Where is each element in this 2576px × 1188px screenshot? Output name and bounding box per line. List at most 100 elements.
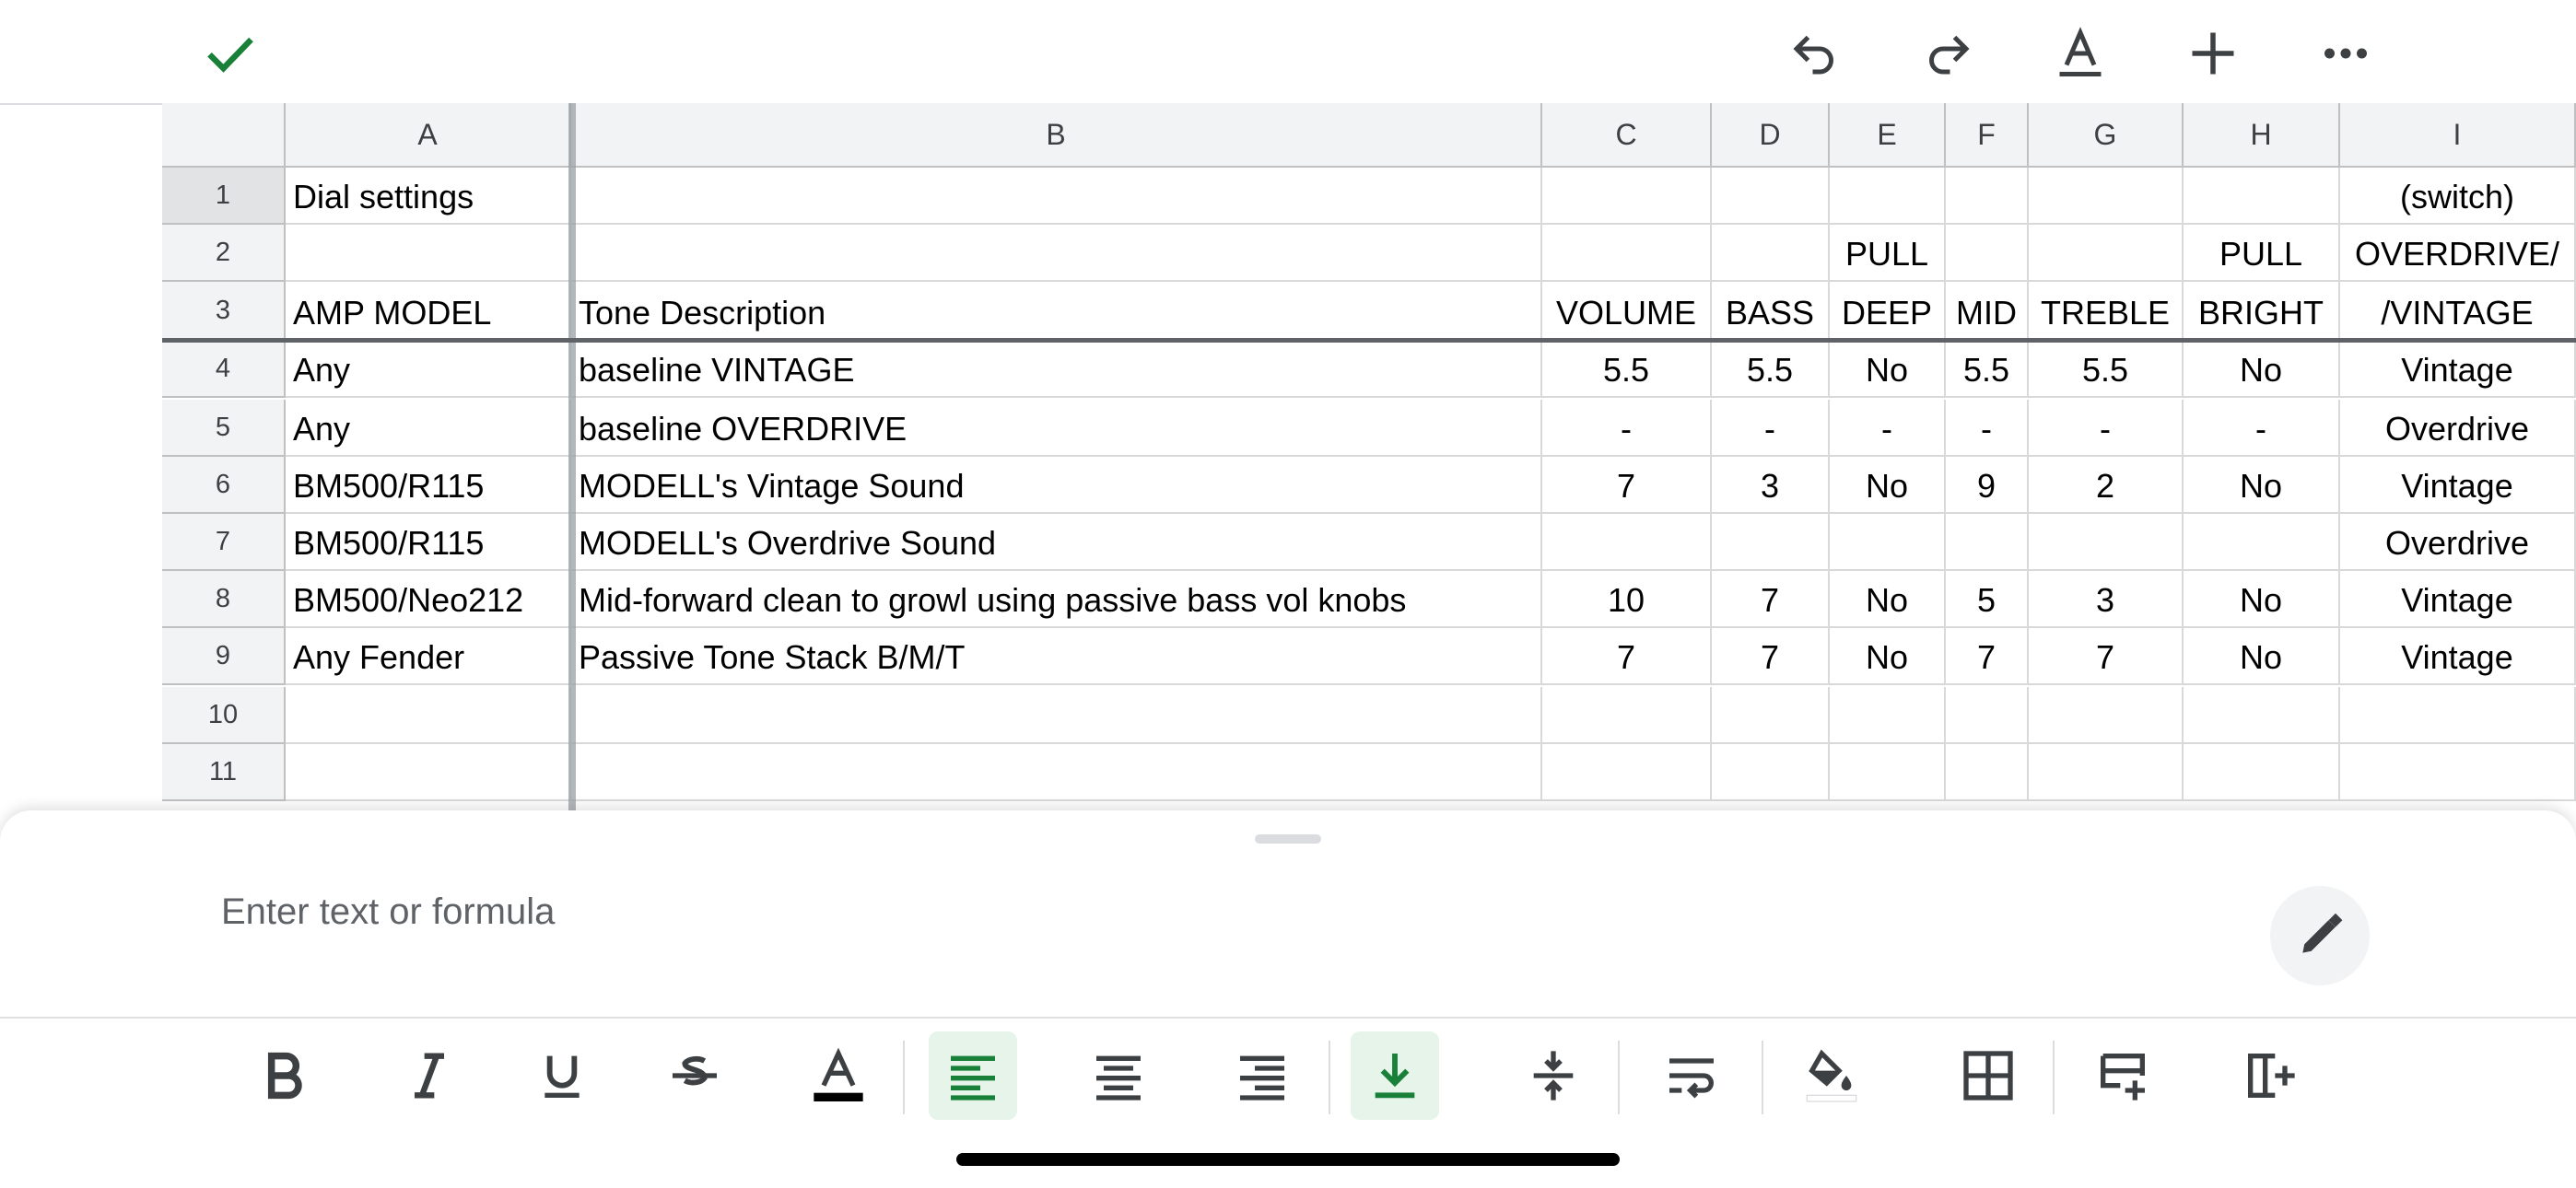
row-header-2[interactable]: 2 xyxy=(162,225,286,282)
cell-c5[interactable]: - xyxy=(1542,400,1712,457)
cell-g8[interactable]: 3 xyxy=(2029,571,2184,628)
cell-g9[interactable]: 7 xyxy=(2029,628,2184,685)
check-icon[interactable] xyxy=(197,20,263,87)
undo-icon[interactable] xyxy=(1782,20,1848,87)
column-header-i[interactable]: I xyxy=(2340,103,2576,168)
cell-e11[interactable] xyxy=(1830,744,1946,801)
column-freeze-divider[interactable] xyxy=(568,103,576,812)
cell-e10[interactable] xyxy=(1830,687,1946,744)
cell-a5[interactable]: Any xyxy=(286,400,571,457)
cell-d9[interactable]: 7 xyxy=(1712,628,1830,685)
row-header-10[interactable]: 10 xyxy=(162,687,286,744)
cell-b5[interactable]: baseline OVERDRIVE xyxy=(571,400,1542,457)
cell-e2[interactable]: PULL xyxy=(1830,225,1946,282)
cell-e9[interactable]: No xyxy=(1830,628,1946,685)
row-header-6[interactable]: 6 xyxy=(162,457,286,514)
column-header-d[interactable]: D xyxy=(1712,103,1830,168)
cell-d2[interactable] xyxy=(1712,225,1830,282)
cell-e7[interactable] xyxy=(1830,514,1946,571)
cell-d8[interactable]: 7 xyxy=(1712,571,1830,628)
row-header-9[interactable]: 9 xyxy=(162,628,286,685)
cell-h5[interactable]: - xyxy=(2184,400,2340,457)
valign-middle-icon[interactable] xyxy=(1509,1031,1598,1120)
fill-color-icon[interactable] xyxy=(1787,1031,1876,1120)
cell-i8[interactable]: Vintage xyxy=(2340,571,2576,628)
cell-b6[interactable]: MODELL's Vintage Sound xyxy=(571,457,1542,514)
cell-b4[interactable]: baseline VINTAGE xyxy=(571,341,1542,398)
column-header-a[interactable]: A xyxy=(286,103,571,168)
column-header-b[interactable]: B xyxy=(571,103,1542,168)
italic-icon[interactable] xyxy=(385,1031,474,1120)
home-indicator[interactable] xyxy=(956,1153,1620,1166)
cell-a8[interactable]: BM500/Neo212 xyxy=(286,571,571,628)
cell-d11[interactable] xyxy=(1712,744,1830,801)
cell-i6[interactable]: Vintage xyxy=(2340,457,2576,514)
cell-i4[interactable]: Vintage xyxy=(2340,341,2576,398)
cell-e3[interactable]: DEEP xyxy=(1830,282,1946,341)
row-freeze-divider[interactable] xyxy=(162,338,2576,343)
cell-h6[interactable]: No xyxy=(2184,457,2340,514)
cell-g5[interactable]: - xyxy=(2029,400,2184,457)
column-header-e[interactable]: E xyxy=(1830,103,1946,168)
cell-h10[interactable] xyxy=(2184,687,2340,744)
select-all-corner[interactable] xyxy=(162,103,286,168)
cell-f7[interactable] xyxy=(1946,514,2029,571)
cell-f5[interactable]: - xyxy=(1946,400,2029,457)
cell-d10[interactable] xyxy=(1712,687,1830,744)
text-format-icon[interactable] xyxy=(2047,20,2113,87)
cell-f6[interactable]: 9 xyxy=(1946,457,2029,514)
wrap-text-icon[interactable] xyxy=(1647,1031,1736,1120)
row-header-11[interactable]: 11 xyxy=(162,744,286,801)
cell-g1[interactable] xyxy=(2029,168,2184,225)
bold-icon[interactable] xyxy=(240,1031,328,1120)
edit-pencil-icon[interactable] xyxy=(2270,886,2370,985)
cell-a4[interactable]: Any xyxy=(286,341,571,398)
cell-h7[interactable] xyxy=(2184,514,2340,571)
cell-b2[interactable] xyxy=(571,225,1542,282)
row-header-1[interactable]: 1 xyxy=(162,168,286,225)
sheet-drag-handle[interactable] xyxy=(1255,834,1321,844)
align-left-icon[interactable] xyxy=(929,1031,1017,1120)
cell-h11[interactable] xyxy=(2184,744,2340,801)
cell-h2[interactable]: PULL xyxy=(2184,225,2340,282)
cell-i3[interactable]: /VINTAGE xyxy=(2340,282,2576,341)
cell-a7[interactable]: BM500/R115 xyxy=(286,514,571,571)
cell-g3[interactable]: TREBLE xyxy=(2029,282,2184,341)
row-header-8[interactable]: 8 xyxy=(162,571,286,628)
cell-a10[interactable] xyxy=(286,687,571,744)
cell-c4[interactable]: 5.5 xyxy=(1542,341,1712,398)
insert-column-icon[interactable] xyxy=(2226,1031,2314,1120)
cell-h8[interactable]: No xyxy=(2184,571,2340,628)
cell-h1[interactable] xyxy=(2184,168,2340,225)
cell-g11[interactable] xyxy=(2029,744,2184,801)
cell-e6[interactable]: No xyxy=(1830,457,1946,514)
cell-a11[interactable] xyxy=(286,744,571,801)
cell-i2[interactable]: OVERDRIVE/ xyxy=(2340,225,2576,282)
cell-f1[interactable] xyxy=(1946,168,2029,225)
cell-h9[interactable]: No xyxy=(2184,628,2340,685)
cell-b8[interactable]: Mid-forward clean to growl using passive… xyxy=(571,571,1542,628)
cell-f9[interactable]: 7 xyxy=(1946,628,2029,685)
cell-e5[interactable]: - xyxy=(1830,400,1946,457)
formula-input[interactable]: Enter text or formula xyxy=(221,891,555,933)
cell-c7[interactable] xyxy=(1542,514,1712,571)
cell-g10[interactable] xyxy=(2029,687,2184,744)
cell-e4[interactable]: No xyxy=(1830,341,1946,398)
insert-icon[interactable] xyxy=(2180,20,2246,87)
insert-row-icon[interactable] xyxy=(2078,1031,2167,1120)
align-right-icon[interactable] xyxy=(1218,1031,1306,1120)
cell-b7[interactable]: MODELL's Overdrive Sound xyxy=(571,514,1542,571)
row-header-4[interactable]: 4 xyxy=(162,341,286,398)
cell-f11[interactable] xyxy=(1946,744,2029,801)
row-header-7[interactable]: 7 xyxy=(162,514,286,571)
cell-g7[interactable] xyxy=(2029,514,2184,571)
cell-f3[interactable]: MID xyxy=(1946,282,2029,341)
cell-d6[interactable]: 3 xyxy=(1712,457,1830,514)
cell-c11[interactable] xyxy=(1542,744,1712,801)
cell-c6[interactable]: 7 xyxy=(1542,457,1712,514)
cell-d3[interactable]: BASS xyxy=(1712,282,1830,341)
cell-d4[interactable]: 5.5 xyxy=(1712,341,1830,398)
cell-c10[interactable] xyxy=(1542,687,1712,744)
strikethrough-icon[interactable] xyxy=(650,1031,739,1120)
row-header-3[interactable]: 3 xyxy=(162,282,286,341)
